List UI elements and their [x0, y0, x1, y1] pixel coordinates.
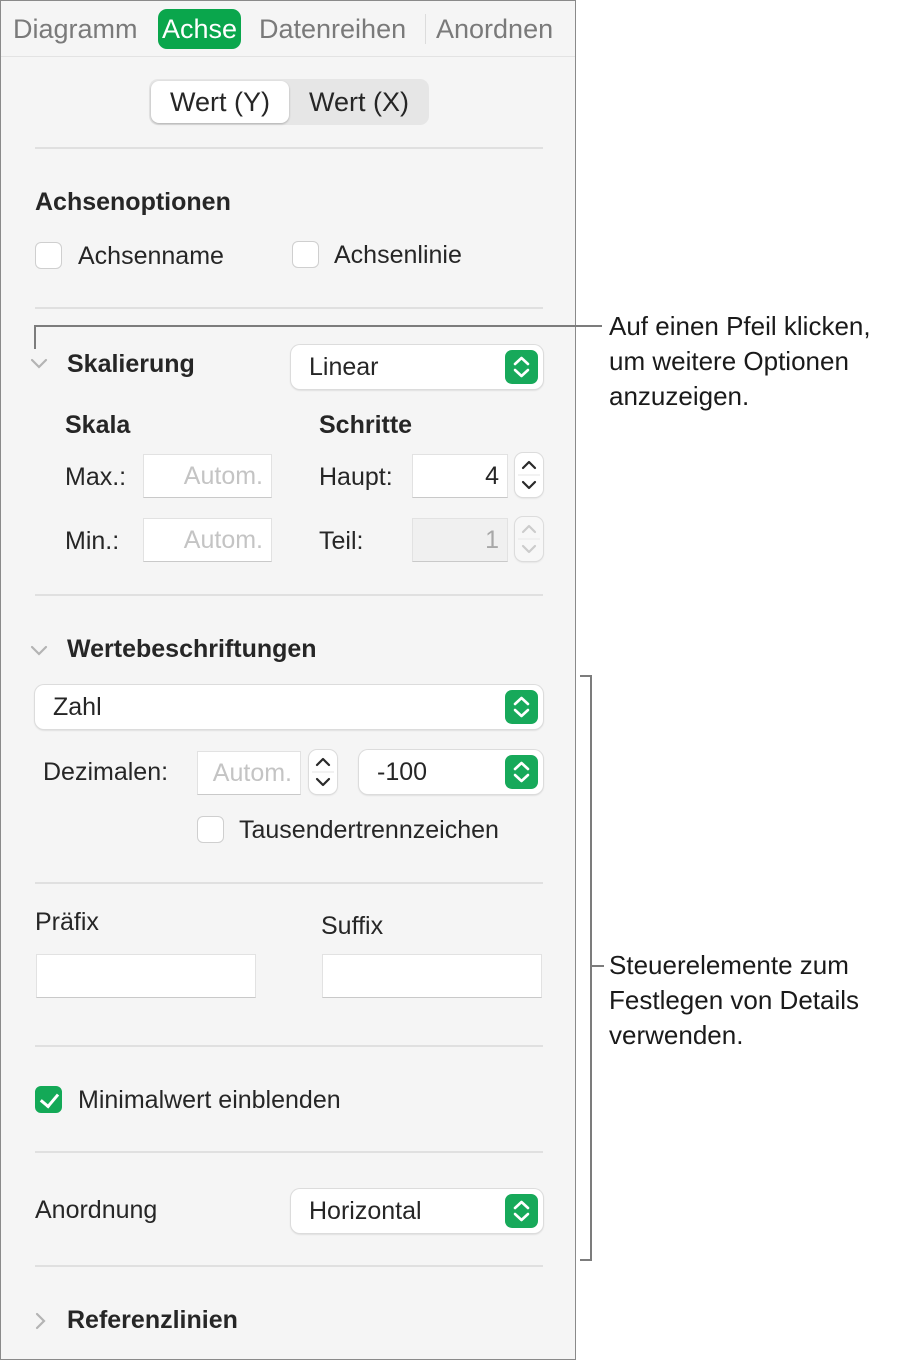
callout-leader-line — [34, 325, 36, 349]
popup-arrows-icon — [505, 1194, 538, 1228]
min-field[interactable]: Autom. — [143, 518, 272, 562]
suffix-label: Suffix — [321, 912, 384, 940]
suffix-field[interactable] — [322, 954, 542, 998]
stepper-up-icon — [521, 524, 537, 534]
show-min-checkbox[interactable] — [35, 1086, 62, 1113]
divider — [35, 1151, 543, 1153]
axis-line-checkbox[interactable] — [292, 241, 319, 268]
scaling-type-value: Linear — [309, 353, 379, 381]
steps-heading: Schritte — [319, 411, 413, 439]
callout-leader-line — [34, 325, 602, 327]
segment-value-x[interactable]: Wert (X) — [291, 81, 427, 123]
thousands-separator-checkbox[interactable] — [197, 816, 224, 843]
divider — [35, 147, 543, 149]
tab-datenreihen[interactable]: Datenreihen — [259, 9, 406, 49]
divider — [35, 594, 543, 596]
popup-arrows-icon — [505, 690, 538, 724]
callout-bracket — [580, 675, 592, 677]
callout-bracket — [590, 675, 592, 1261]
popup-arrows-icon — [505, 755, 538, 789]
tab-anordnen[interactable]: Anordnen — [436, 9, 553, 49]
minor-steps-stepper[interactable] — [515, 517, 543, 561]
decimals-stepper[interactable] — [309, 750, 337, 794]
orientation-popup[interactable]: Horizontal — [291, 1189, 543, 1233]
axis-segmented-control: Wert (Y) Wert (X) — [149, 79, 429, 125]
major-steps-label: Haupt: — [319, 463, 393, 491]
callout-leader-line — [590, 965, 604, 967]
popup-arrows-icon — [505, 350, 538, 384]
max-field[interactable]: Autom. — [143, 454, 272, 498]
orientation-label: Anordnung — [35, 1196, 158, 1224]
callout-line: um weitere Optionen — [609, 346, 849, 376]
tab-separator — [425, 14, 426, 44]
axis-line-label[interactable]: Achsenlinie — [334, 241, 462, 270]
callout-line: Steuerelemente zum — [609, 950, 849, 980]
number-format-popup[interactable]: Zahl — [35, 685, 543, 729]
stepper-up-icon — [521, 460, 537, 470]
number-format-value: Zahl — [53, 693, 102, 721]
tab-bar: Diagramm Achse Datenreihen Anordnen — [1, 1, 575, 57]
axis-name-label[interactable]: Achsenname — [78, 242, 224, 271]
disclosure-chevron-down-icon[interactable] — [29, 644, 49, 658]
show-min-label[interactable]: Minimalwert einblenden — [78, 1086, 341, 1115]
divider — [35, 1265, 543, 1267]
reference-lines-heading[interactable]: Referenzlinien — [67, 1306, 238, 1335]
stepper-down-icon — [521, 544, 537, 554]
divider — [35, 882, 543, 884]
disclosure-chevron-right-icon[interactable] — [34, 1311, 48, 1331]
callout-bracket — [580, 1259, 592, 1261]
callout-arrow-hint: Auf einen Pfeil klicken, um weitere Opti… — [609, 309, 871, 414]
divider — [35, 1045, 543, 1047]
stepper-down-icon — [521, 480, 537, 490]
axis-options-heading: Achsenoptionen — [35, 188, 231, 216]
orientation-value: Horizontal — [309, 1197, 422, 1225]
divider — [35, 307, 543, 309]
minor-steps-field[interactable]: 1 — [412, 518, 508, 562]
disclosure-chevron-down-icon[interactable] — [29, 357, 49, 371]
format-sidebar: Diagramm Achse Datenreihen Anordnen Wert… — [0, 0, 576, 1360]
negative-format-popup[interactable]: -100 — [359, 750, 543, 794]
callout-line: Festlegen von Details — [609, 985, 860, 1015]
segment-value-y[interactable]: Wert (Y) — [151, 81, 289, 123]
decimals-field[interactable]: Autom. — [197, 751, 301, 795]
axis-name-checkbox[interactable] — [35, 242, 62, 269]
callout-line: verwenden. — [609, 1020, 744, 1050]
scaling-type-popup[interactable]: Linear — [291, 345, 543, 389]
callout-line: Auf einen Pfeil klicken, — [609, 311, 871, 341]
negative-format-value: -100 — [377, 758, 428, 786]
callout-line: anzuzeigen. — [609, 381, 750, 411]
thousands-separator-label[interactable]: Tausendertrennzeichen — [239, 816, 499, 845]
scaling-heading[interactable]: Skalierung — [67, 350, 195, 379]
value-labels-heading[interactable]: Wertebeschriftungen — [67, 635, 317, 664]
min-label: Min.: — [65, 527, 120, 555]
max-label: Max.: — [65, 463, 127, 491]
tab-achse[interactable]: Achse — [158, 9, 242, 49]
decimals-label: Dezimalen: — [43, 758, 169, 786]
stepper-down-icon — [315, 777, 331, 787]
prefix-field[interactable] — [36, 954, 256, 998]
stepper-up-icon — [315, 757, 331, 767]
prefix-label: Präfix — [35, 908, 99, 936]
major-steps-stepper[interactable] — [515, 453, 543, 497]
scale-heading: Skala — [65, 411, 131, 439]
major-steps-field[interactable]: 4 — [412, 454, 508, 498]
minor-steps-label: Teil: — [319, 527, 364, 555]
callout-details-hint: Steuerelemente zum Festlegen von Details… — [609, 948, 859, 1053]
tab-diagramm[interactable]: Diagramm — [13, 9, 138, 49]
